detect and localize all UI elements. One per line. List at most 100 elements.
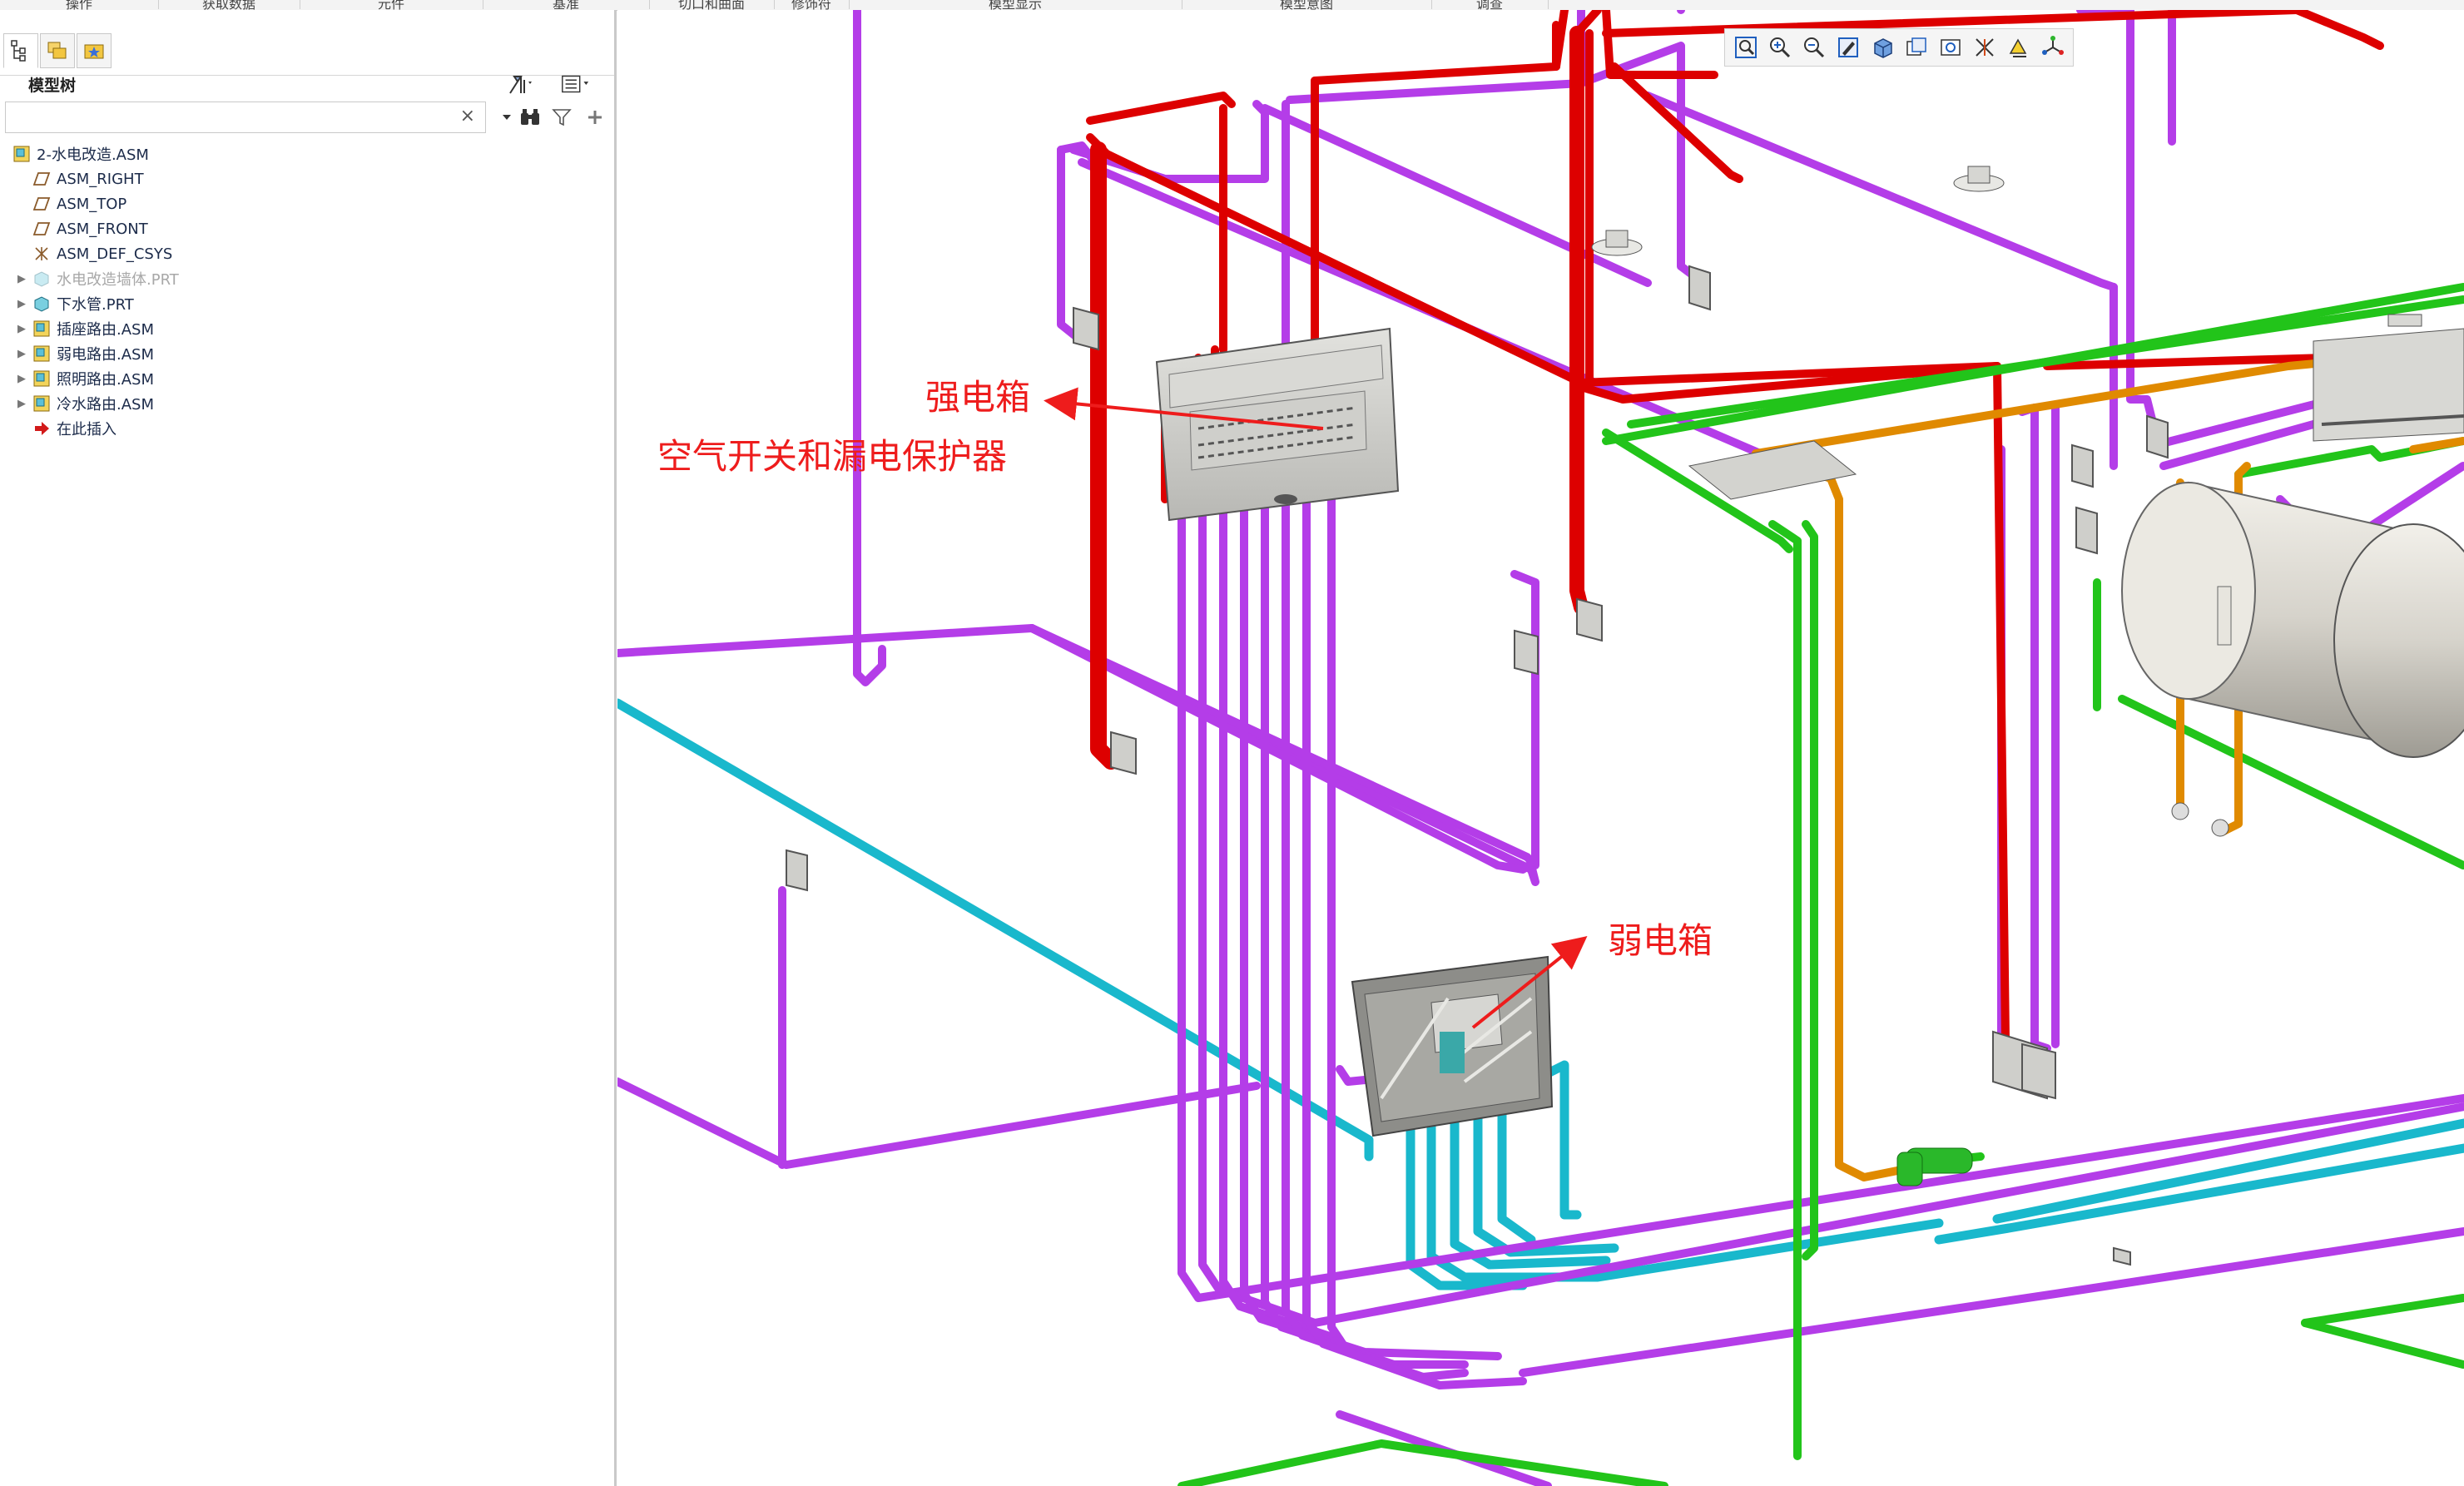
display-style-button[interactable] — [1867, 32, 1898, 63]
saved-views-icon — [1906, 37, 1926, 56]
ribbon-group-investigate[interactable]: 调查 — [1431, 0, 1549, 10]
ribbon-group-cut-surface[interactable]: 切口和曲面 — [649, 0, 775, 10]
junction-boxes[interactable] — [1591, 166, 2464, 500]
tools-settings-icon — [509, 76, 532, 94]
tree-settings-button[interactable] — [504, 70, 536, 98]
ribbon-group-model-intent[interactable]: 模型意图 — [1182, 0, 1432, 10]
tree-item[interactable]: ASM_DEF_CSYS — [0, 241, 612, 266]
ribbon-group-operations[interactable]: 操作 — [0, 0, 159, 10]
refit-button[interactable] — [1730, 32, 1762, 63]
graphics-viewport[interactable]: 强电箱 空气开关和漏电保护器 弱电箱 — [617, 10, 2464, 1486]
assembly-icon — [32, 369, 52, 388]
assembly-icon — [32, 344, 52, 363]
tree-item-label: 在此插入 — [57, 421, 117, 438]
weak-power-box[interactable] — [1351, 955, 1554, 1137]
saved-views-button[interactable] — [1901, 32, 1932, 63]
datum-plane-icon — [32, 170, 52, 188]
tree-item[interactable]: ▶ 下水管.PRT — [0, 291, 612, 316]
tree-item[interactable]: ▶ 插座路由.ASM — [0, 316, 612, 341]
annotation-display-button[interactable] — [2003, 32, 2035, 63]
refit-icon — [1735, 37, 1757, 58]
graphics-toolbar — [1724, 28, 2074, 67]
chevron-down-icon — [503, 115, 511, 120]
filter-button[interactable] — [549, 105, 574, 130]
tree-item-label: 下水管.PRT — [57, 296, 134, 314]
tab-folder-browser[interactable] — [40, 33, 75, 68]
find-button[interactable] — [518, 105, 543, 130]
tree-item[interactable]: ▶ 照明路由.ASM — [0, 366, 612, 391]
expand-arrow-icon[interactable]: ▶ — [15, 373, 28, 385]
expand-arrow-icon[interactable]: ▶ — [15, 348, 28, 360]
spin-center-button[interactable] — [2037, 32, 2069, 63]
zoom-out-button[interactable] — [1798, 32, 1830, 63]
insert-here-icon — [32, 419, 52, 438]
tree-item-label: 弱电路由.ASM — [57, 346, 154, 364]
plus-icon — [588, 111, 602, 124]
panel-title: 模型树 — [28, 77, 77, 95]
tree-item[interactable]: ▶ 冷水路由.ASM — [0, 391, 612, 416]
clear-search-icon[interactable]: × — [460, 106, 475, 126]
pipe-routing-model[interactable] — [617, 10, 2464, 1486]
model-tree-panel: 模型树 × 2-水电改造.ASM ASM_RIGHT ASM_TOP ASM_F… — [0, 10, 617, 1486]
spin-center-icon — [2042, 36, 2064, 55]
repaint-button[interactable] — [1832, 32, 1864, 63]
ribbon-group-datum[interactable]: 基准 — [483, 0, 650, 10]
tree-item-label: ASM_TOP — [57, 195, 127, 213]
tab-model-tree[interactable] — [3, 33, 38, 68]
binoculars-icon — [521, 109, 539, 125]
datum-plane-icon — [32, 220, 52, 238]
tree-item[interactable]: ▶ 水电改造墙体.PRT — [0, 266, 612, 291]
expand-arrow-icon[interactable]: ▶ — [15, 323, 28, 335]
zoom-in-button[interactable] — [1764, 32, 1796, 63]
tree-item-label: ASM_FRONT — [57, 220, 148, 238]
tree-item-label: ASM_DEF_CSYS — [57, 245, 173, 263]
expand-arrow-icon[interactable]: ▶ — [15, 398, 28, 410]
ribbon-group-model-display[interactable]: 模型显示 — [849, 0, 1182, 10]
tree-item-label: 插座路由.ASM — [57, 321, 154, 339]
panel-tabs — [0, 27, 614, 76]
ribbon-group-component[interactable]: 元件 — [300, 0, 483, 10]
annotation-display-icon — [2009, 38, 2027, 57]
tree-item[interactable]: 2-水电改造.ASM — [0, 141, 612, 166]
tree-item[interactable]: ASM_TOP — [0, 191, 612, 216]
assembly-icon — [32, 319, 52, 338]
tree-item[interactable]: ASM_FRONT — [0, 216, 612, 241]
datum-display-button[interactable] — [1969, 32, 2000, 63]
tree-search-box[interactable]: × — [5, 102, 486, 133]
search-input[interactable] — [6, 102, 445, 132]
annotation-breakers: 空气开关和漏电保护器 — [657, 436, 1008, 477]
repaint-icon — [1838, 37, 1858, 57]
display-style-icon — [1874, 38, 1892, 58]
search-dropdown-button[interactable] — [494, 105, 519, 130]
part-icon — [32, 270, 52, 288]
show-menu-button[interactable] — [559, 70, 591, 98]
assembly-icon — [12, 145, 32, 163]
tree-item[interactable]: ASM_RIGHT — [0, 166, 612, 191]
view-manager-icon — [1941, 39, 1961, 56]
zoom-in-icon — [1770, 37, 1791, 58]
expand-arrow-icon[interactable]: ▶ — [15, 298, 28, 310]
expand-arrow-icon[interactable]: ▶ — [15, 273, 28, 285]
folder-browser-icon — [47, 42, 67, 59]
tree-item[interactable]: 在此插入 — [0, 416, 612, 441]
ribbon-group-modifiers[interactable]: 修饰符 — [774, 0, 850, 10]
hot-water-pipes[interactable] — [1752, 345, 2464, 1181]
tab-favorites[interactable] — [77, 33, 112, 68]
tree-item-label: 水电改造墙体.PRT — [57, 271, 179, 289]
csys-icon — [32, 245, 52, 263]
tree-item-label: ASM_RIGHT — [57, 170, 144, 188]
tree-item-label: 照明路由.ASM — [57, 371, 154, 389]
part-icon — [32, 295, 52, 313]
model-tree: 2-水电改造.ASM ASM_RIGHT ASM_TOP ASM_FRONT ASM_D… — [0, 141, 612, 441]
datum-plane-icon — [32, 195, 52, 213]
tree-item-label: 冷水路由.ASM — [57, 396, 154, 414]
view-manager-button[interactable] — [1935, 32, 1966, 63]
annotation-weak-box: 弱电箱 — [1608, 920, 1713, 961]
favorites-folder-icon — [84, 44, 104, 59]
tree-item[interactable]: ▶ 弱电路由.ASM — [0, 341, 612, 366]
annotation-strong-box: 强电箱 — [925, 377, 1031, 418]
assembly-icon — [32, 394, 52, 413]
add-column-button[interactable] — [583, 105, 607, 130]
ribbon-group-get-data[interactable]: 获取数据 — [158, 0, 300, 10]
filter-icon — [552, 109, 572, 126]
